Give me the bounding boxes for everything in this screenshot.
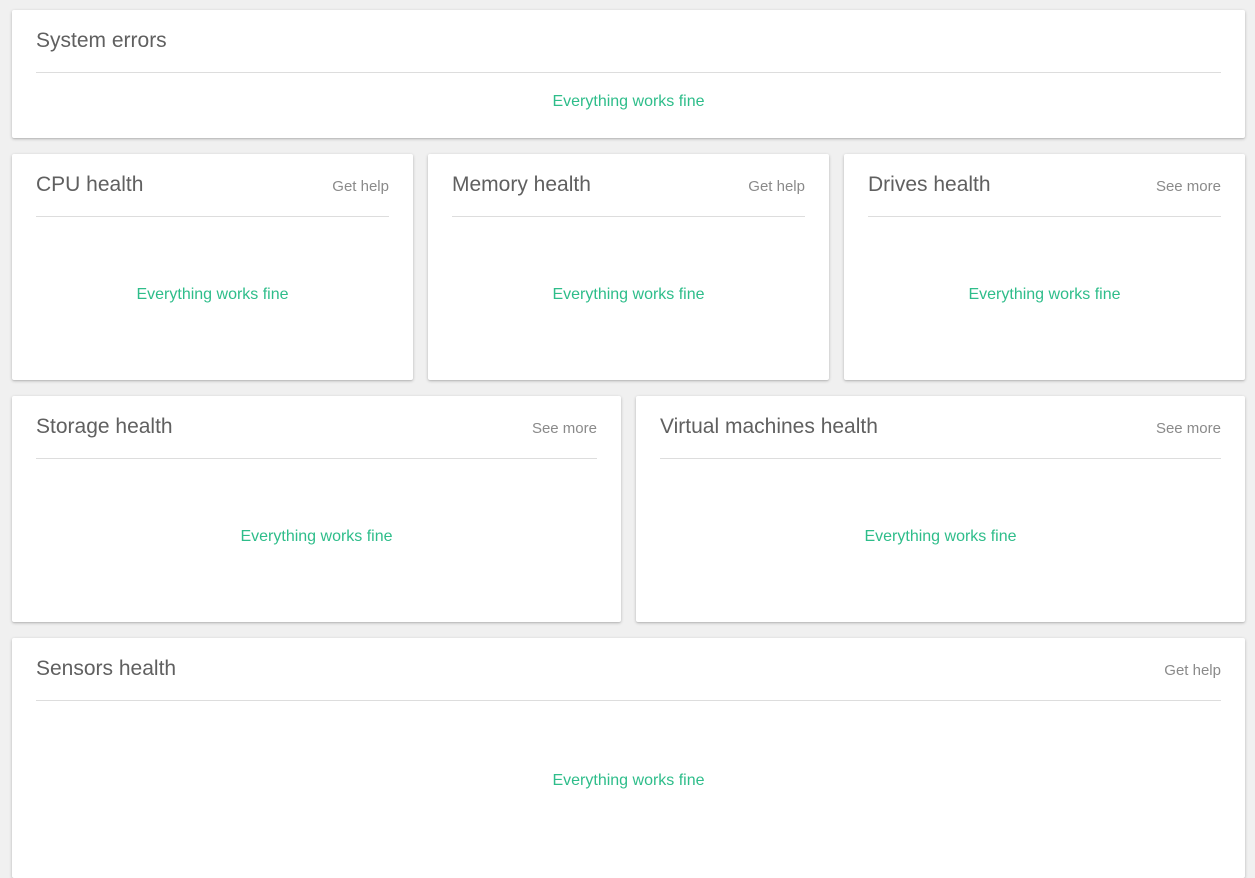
storage-health-card: Storage health See more Everything works… <box>12 396 621 622</box>
system-errors-card: System errors Everything works fine <box>12 10 1245 138</box>
see-more-link[interactable]: See more <box>1156 177 1221 197</box>
card-title: System errors <box>36 29 167 52</box>
card-header: Storage health See more <box>36 396 597 459</box>
status-message: Everything works fine <box>240 528 393 545</box>
card-title: Sensors health <box>36 657 177 680</box>
card-header: Sensors health Get help <box>36 638 1221 701</box>
card-header: System errors <box>36 10 1221 73</box>
memory-health-card: Memory health Get help Everything works … <box>428 154 829 380</box>
status-message: Everything works fine <box>552 286 705 303</box>
card-header: Virtual machines health See more <box>660 396 1221 459</box>
cpu-health-card: CPU health Get help Everything works fin… <box>12 154 413 380</box>
card-title: Storage health <box>36 415 173 438</box>
card-header: Drives health See more <box>868 154 1221 217</box>
card-title: Virtual machines health <box>660 415 878 438</box>
card-title: CPU health <box>36 173 144 196</box>
get-help-link[interactable]: Get help <box>332 177 389 197</box>
card-header: CPU health Get help <box>36 154 389 217</box>
status-message: Everything works fine <box>552 93 705 110</box>
sensors-health-card: Sensors health Get help Everything works… <box>12 638 1245 878</box>
status-message: Everything works fine <box>136 286 289 303</box>
card-title: Memory health <box>452 173 591 196</box>
see-more-link[interactable]: See more <box>1156 419 1221 439</box>
see-more-link[interactable]: See more <box>532 419 597 439</box>
get-help-link[interactable]: Get help <box>748 177 805 197</box>
status-message: Everything works fine <box>552 772 705 789</box>
drives-health-card: Drives health See more Everything works … <box>844 154 1245 380</box>
status-message: Everything works fine <box>864 528 1017 545</box>
get-help-link[interactable]: Get help <box>1164 661 1221 681</box>
card-header: Memory health Get help <box>452 154 805 217</box>
status-message: Everything works fine <box>968 286 1121 303</box>
virtual-machines-health-card: Virtual machines health See more Everyth… <box>636 396 1245 622</box>
card-title: Drives health <box>868 173 991 196</box>
